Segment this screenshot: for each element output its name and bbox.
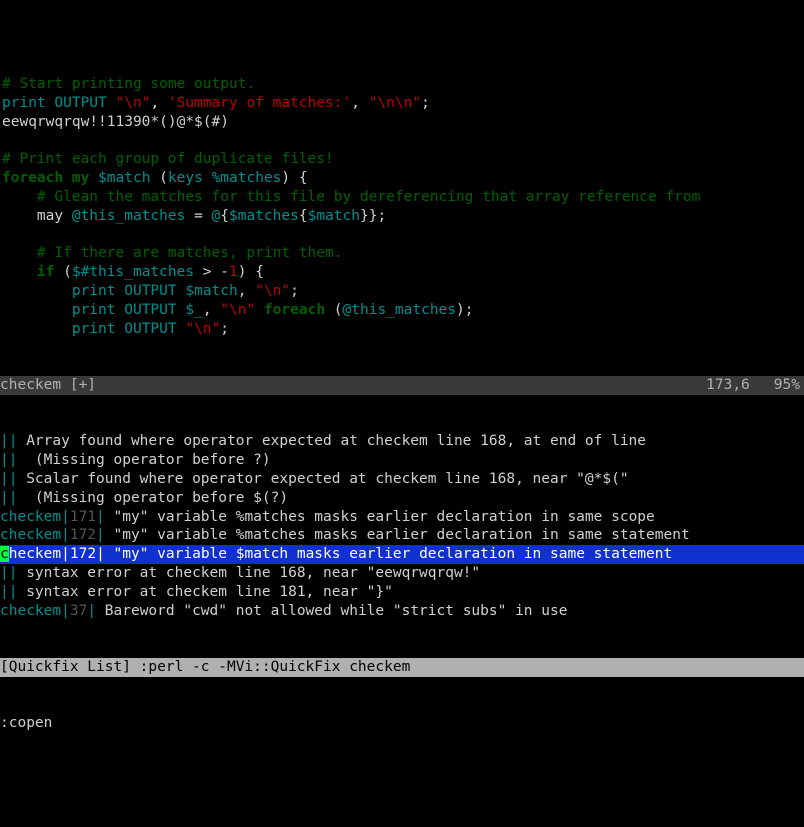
status-percent: 95% — [774, 376, 804, 395]
code-line: if ($#this_matches > -1) { — [2, 263, 802, 282]
code-line: # If there are matches, print them. — [2, 244, 802, 263]
status-modified-flag: [+] — [70, 377, 96, 393]
status-cursor-position: 173,6 — [706, 376, 774, 395]
command-line-text: :copen — [0, 715, 52, 731]
cursor: c — [0, 546, 9, 562]
status-filename: checkem — [0, 377, 61, 393]
code-line: foreach my $match (keys %matches) { — [2, 169, 802, 188]
code-line: # Print each group of duplicate files! — [2, 150, 802, 169]
quickfix-entry[interactable]: || syntax error at checkem line 181, nea… — [0, 583, 804, 602]
editor-status-bar: checkem [+] 173,6 95% — [0, 376, 804, 395]
quickfix-entry[interactable]: || Scalar found where operator expected … — [0, 470, 804, 489]
quickfix-entry[interactable]: checkem|172| "my" variable $match masks … — [0, 545, 804, 564]
quickfix-pane[interactable]: || Array found where operator expected a… — [0, 432, 804, 620]
quickfix-entry[interactable]: || (Missing operator before ?) — [0, 451, 804, 470]
code-line — [2, 226, 802, 245]
code-line: print OUTPUT "\n", 'Summary of matches:'… — [2, 94, 802, 113]
code-line: print OUTPUT "\n"; — [2, 320, 802, 339]
code-line: may @this_matches = @{$matches{$match}}; — [2, 207, 802, 226]
code-line: eewqrwqrqw!!11390*()@*$(#) — [2, 113, 802, 132]
quickfix-entry[interactable]: || (Missing operator before $(?) — [0, 489, 804, 508]
quickfix-entry[interactable]: checkem|37| Bareword "cwd" not allowed w… — [0, 602, 804, 621]
command-line[interactable]: :copen — [0, 714, 804, 733]
code-line: print OUTPUT $match, "\n"; — [2, 282, 802, 301]
code-line: # Start printing some output. — [2, 75, 802, 94]
quickfix-status-label: [Quickfix List] :perl -c -MVi::QuickFix … — [0, 659, 410, 675]
code-line: # Glean the matches for this file by der… — [2, 188, 802, 207]
quickfix-status-bar: [Quickfix List] :perl -c -MVi::QuickFix … — [0, 658, 804, 677]
code-line: print OUTPUT $_, "\n" foreach (@this_mat… — [2, 301, 802, 320]
quickfix-entry[interactable]: || Array found where operator expected a… — [0, 432, 804, 451]
quickfix-entry[interactable]: checkem|172| "my" variable %matches mask… — [0, 526, 804, 545]
code-editor-pane[interactable]: # Start printing some output.print OUTPU… — [0, 75, 804, 338]
quickfix-entry[interactable]: checkem|171| "my" variable %matches mask… — [0, 508, 804, 527]
code-line — [2, 132, 802, 151]
